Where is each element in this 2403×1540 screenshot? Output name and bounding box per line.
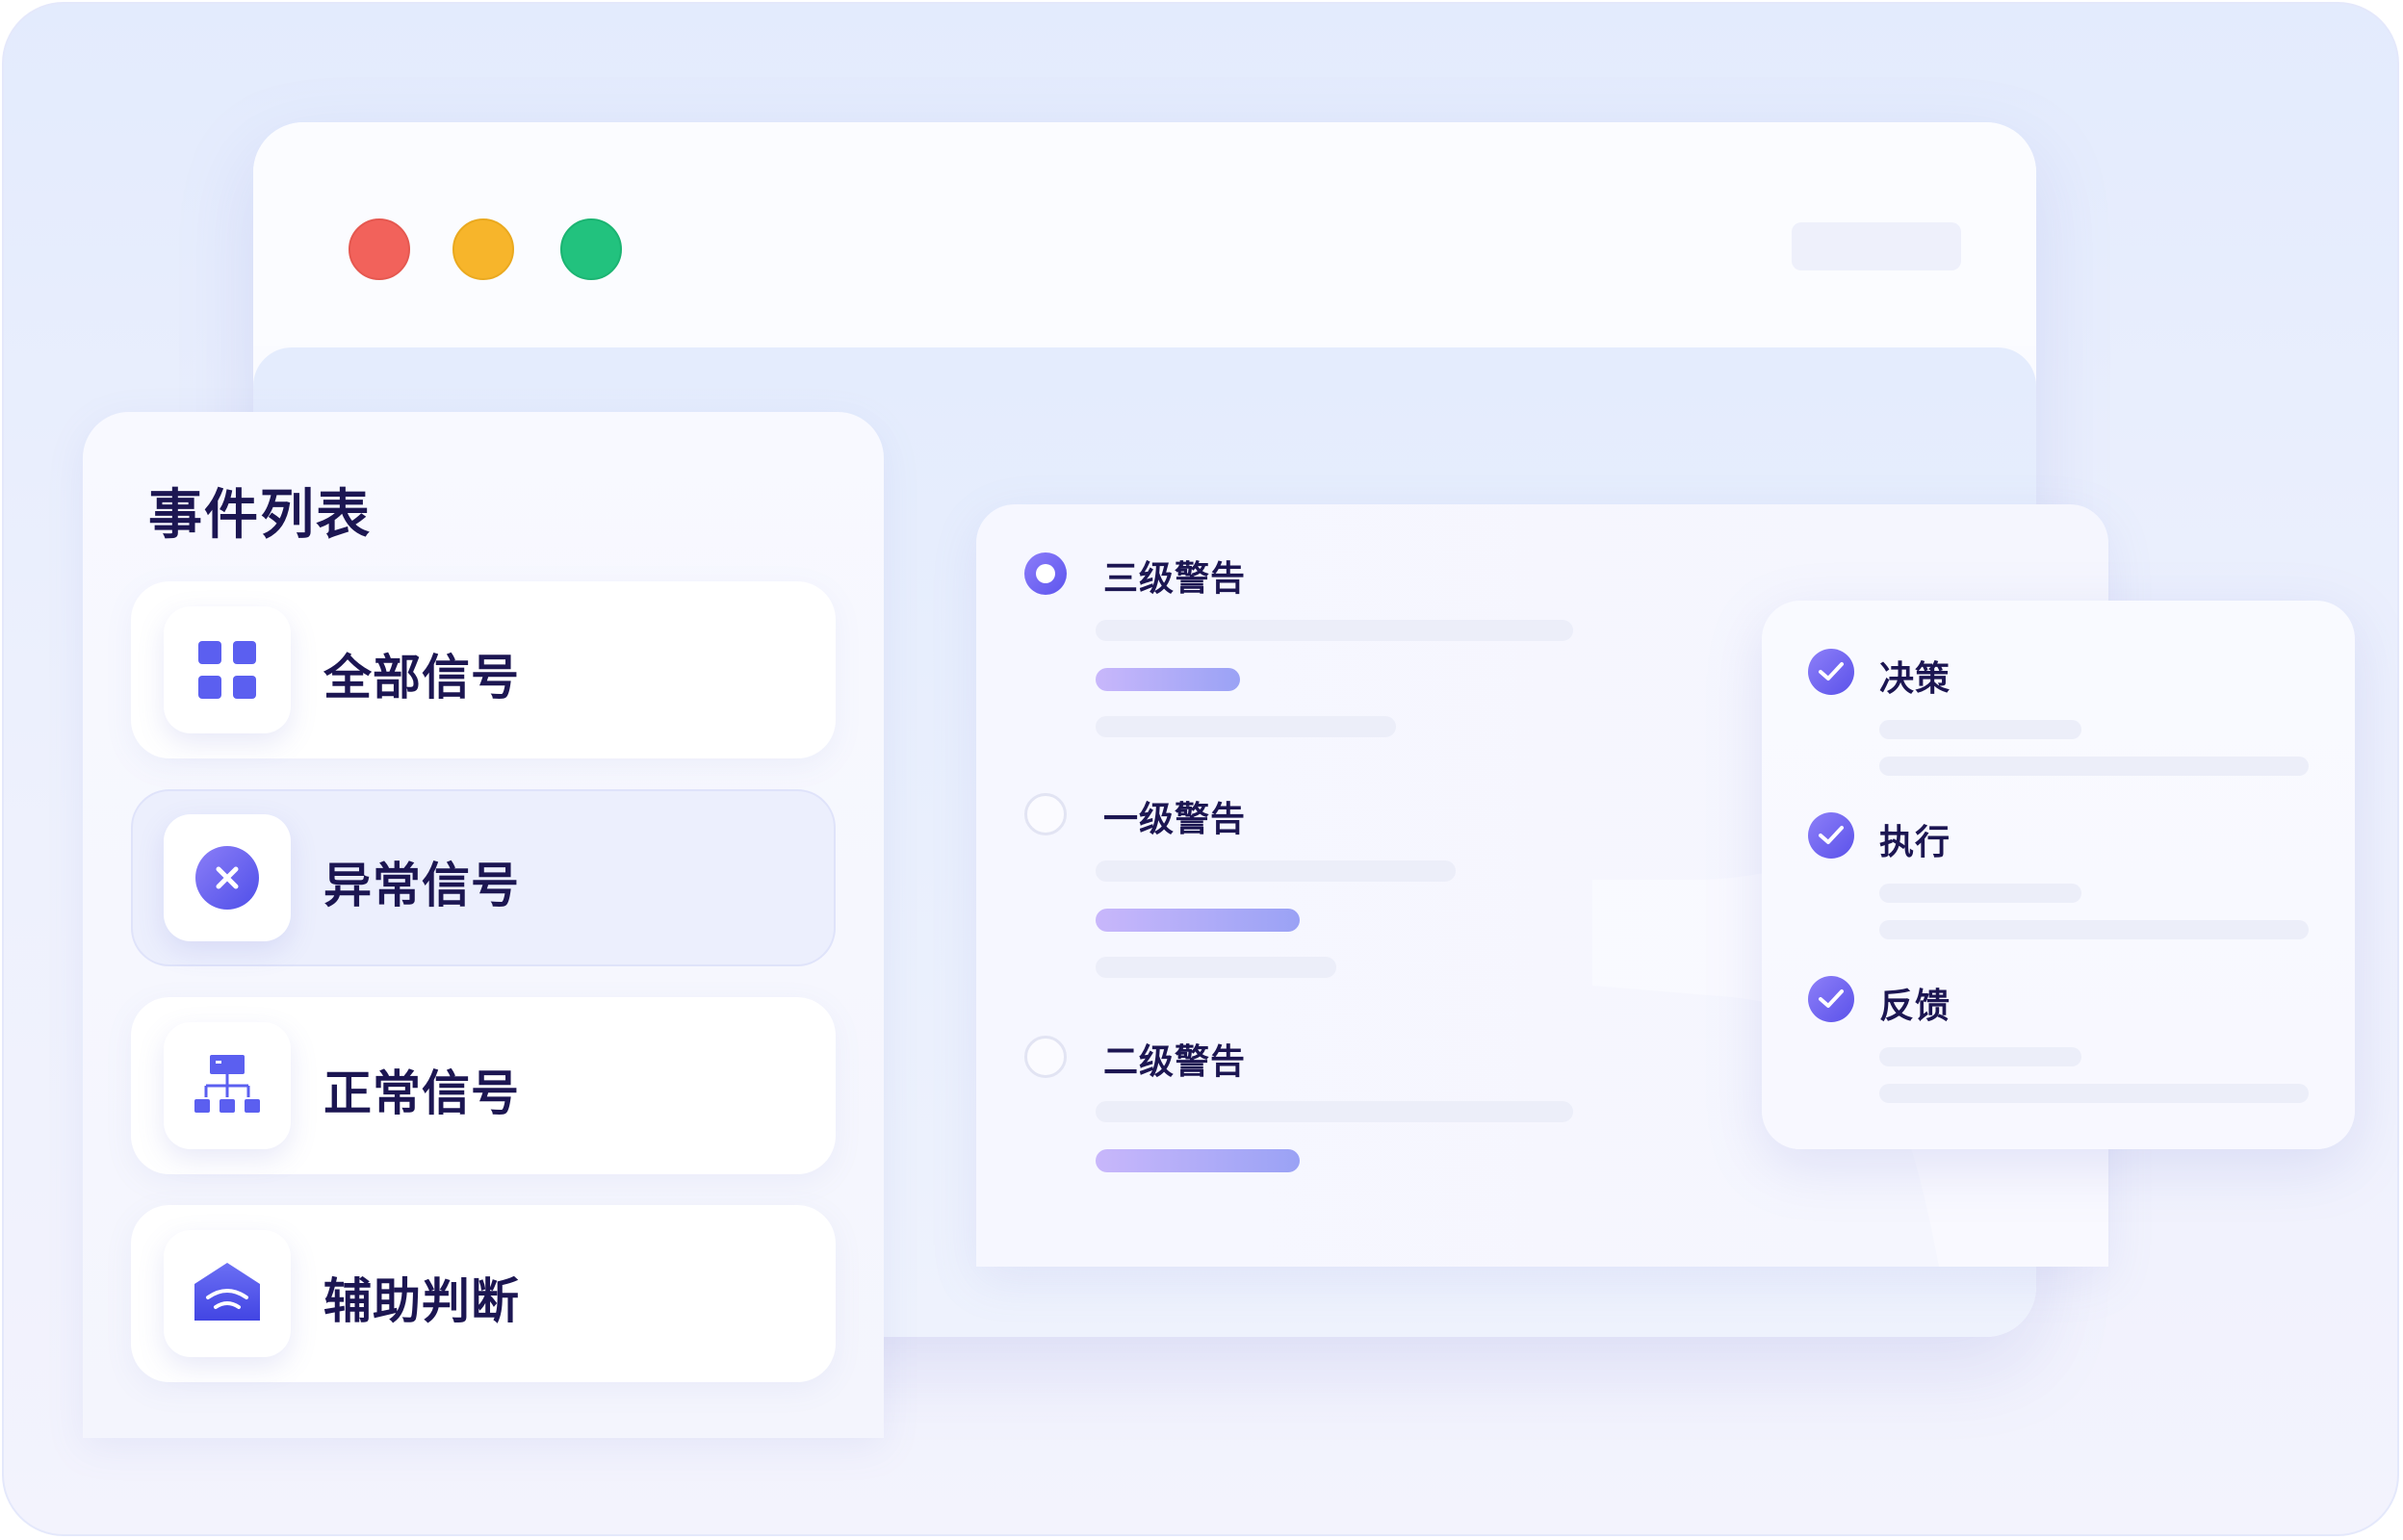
event-item-all[interactable]: 全部信号 bbox=[131, 581, 836, 758]
placeholder-line bbox=[1096, 1101, 1573, 1122]
placeholder-line bbox=[1096, 716, 1396, 737]
placeholder-line bbox=[1096, 957, 1336, 978]
placeholder-line bbox=[1096, 860, 1456, 882]
event-item-abnormal[interactable]: 异常信号 bbox=[131, 789, 836, 966]
check-circle-icon bbox=[1808, 649, 1854, 695]
placeholder-accent-line bbox=[1096, 1149, 1300, 1172]
placeholder-line bbox=[1879, 720, 2081, 739]
alert-label: 二级警告 bbox=[1103, 1042, 1247, 1082]
item-icon-box bbox=[164, 1230, 291, 1357]
radio-checked-icon[interactable] bbox=[1024, 552, 1067, 595]
placeholder-line bbox=[1879, 884, 2081, 903]
item-icon-box bbox=[164, 814, 291, 941]
event-item-normal[interactable]: 正常信号 bbox=[131, 997, 836, 1174]
item-icon-box bbox=[164, 606, 291, 733]
check-circle-icon bbox=[1808, 812, 1854, 859]
placeholder-accent-line bbox=[1096, 909, 1300, 932]
step-label: 决策 bbox=[1879, 659, 1951, 699]
minimize-button[interactable] bbox=[452, 218, 514, 280]
titlebar-pill bbox=[1792, 222, 1961, 270]
event-item-label: 正常信号 bbox=[323, 1065, 520, 1121]
hierarchy-icon bbox=[194, 1055, 260, 1113]
alert-label: 三级警告 bbox=[1103, 559, 1247, 599]
event-item-label: 异常信号 bbox=[323, 858, 520, 913]
event-item-label: 全部信号 bbox=[323, 650, 520, 706]
event-list-panel: 事件列表 全部信号 异常信号 正常信号 辅助判断 bbox=[83, 412, 884, 1438]
grid-icon bbox=[198, 641, 256, 699]
placeholder-line bbox=[1879, 920, 2309, 939]
placeholder-line bbox=[1879, 757, 2309, 776]
placeholder-line bbox=[1096, 620, 1573, 641]
signal-house-icon bbox=[194, 1263, 260, 1321]
check-circle-icon bbox=[1808, 976, 1854, 1022]
process-steps-card: 决策 执行 反馈 bbox=[1762, 601, 2355, 1149]
close-button[interactable] bbox=[349, 218, 410, 280]
placeholder-line bbox=[1879, 1084, 2309, 1103]
maximize-button[interactable] bbox=[560, 218, 622, 280]
close-circle-icon bbox=[195, 846, 259, 910]
step-label: 执行 bbox=[1879, 823, 1951, 862]
radio-unchecked-icon[interactable] bbox=[1024, 1036, 1067, 1078]
panel-title: 事件列表 bbox=[148, 484, 372, 547]
alert-label: 一级警告 bbox=[1103, 800, 1247, 839]
event-item-assist[interactable]: 辅助判断 bbox=[131, 1205, 836, 1382]
item-icon-box bbox=[164, 1022, 291, 1149]
event-item-label: 辅助判断 bbox=[323, 1273, 520, 1329]
placeholder-line bbox=[1879, 1047, 2081, 1066]
step-label: 反馈 bbox=[1879, 987, 1951, 1026]
radio-unchecked-icon[interactable] bbox=[1024, 793, 1067, 835]
placeholder-accent-line bbox=[1096, 668, 1240, 691]
window-titlebar bbox=[253, 122, 2036, 346]
